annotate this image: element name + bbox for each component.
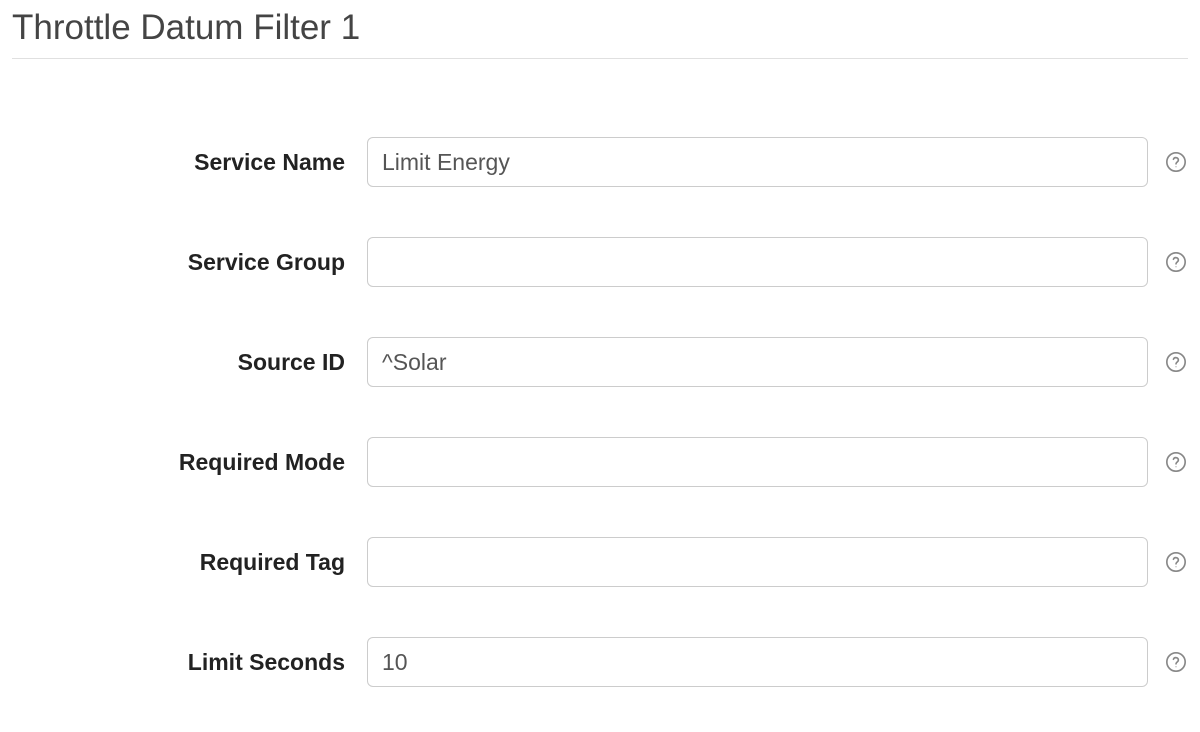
source-id-input[interactable] bbox=[367, 337, 1148, 387]
service-name-label: Service Name bbox=[12, 149, 367, 176]
required-mode-row: Required Mode bbox=[12, 437, 1188, 487]
service-name-input[interactable] bbox=[367, 137, 1148, 187]
service-name-row: Service Name bbox=[12, 137, 1188, 187]
help-icon[interactable] bbox=[1164, 450, 1188, 474]
limit-seconds-label: Limit Seconds bbox=[12, 649, 367, 676]
settings-form: Service Name Service Group bbox=[12, 137, 1188, 687]
source-id-row: Source ID bbox=[12, 337, 1188, 387]
service-group-input[interactable] bbox=[367, 237, 1148, 287]
help-icon[interactable] bbox=[1164, 350, 1188, 374]
required-tag-label: Required Tag bbox=[12, 549, 367, 576]
required-tag-row: Required Tag bbox=[12, 537, 1188, 587]
help-icon[interactable] bbox=[1164, 250, 1188, 274]
required-tag-input[interactable] bbox=[367, 537, 1148, 587]
required-mode-input[interactable] bbox=[367, 437, 1148, 487]
limit-seconds-input[interactable] bbox=[367, 637, 1148, 687]
help-icon[interactable] bbox=[1164, 150, 1188, 174]
help-icon[interactable] bbox=[1164, 650, 1188, 674]
required-mode-label: Required Mode bbox=[12, 449, 367, 476]
service-group-label: Service Group bbox=[12, 249, 367, 276]
help-icon[interactable] bbox=[1164, 550, 1188, 574]
service-group-row: Service Group bbox=[12, 237, 1188, 287]
limit-seconds-row: Limit Seconds bbox=[12, 637, 1188, 687]
source-id-label: Source ID bbox=[12, 349, 367, 376]
page-title: Throttle Datum Filter 1 bbox=[12, 8, 1188, 59]
